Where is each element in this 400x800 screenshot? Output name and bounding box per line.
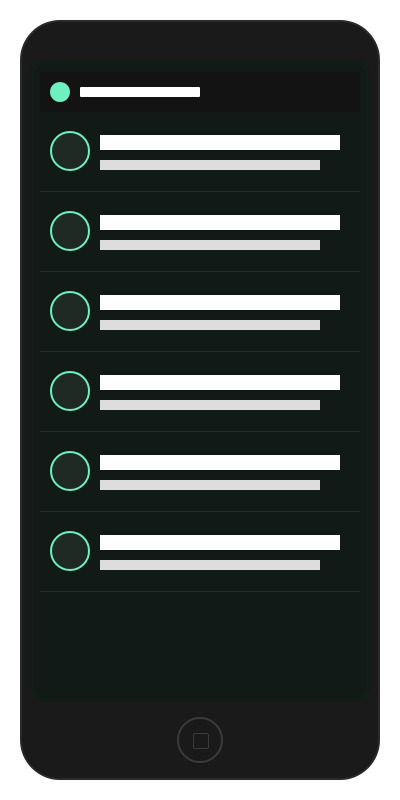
list-item[interactable] xyxy=(40,512,360,592)
item-subtitle-placeholder xyxy=(100,320,320,330)
app-header xyxy=(40,72,360,112)
avatar xyxy=(50,531,90,571)
avatar xyxy=(50,131,90,171)
square-icon xyxy=(193,733,209,749)
list-item[interactable] xyxy=(40,112,360,192)
avatar xyxy=(50,451,90,491)
list-item[interactable] xyxy=(40,352,360,432)
item-title-placeholder xyxy=(100,535,340,550)
item-subtitle-placeholder xyxy=(100,480,320,490)
list-item[interactable] xyxy=(40,432,360,512)
avatar xyxy=(50,371,90,411)
header-title-placeholder xyxy=(80,87,200,97)
phone-frame xyxy=(20,20,380,780)
avatar xyxy=(50,211,90,251)
item-subtitle-placeholder xyxy=(100,160,320,170)
item-title-placeholder xyxy=(100,375,340,390)
item-subtitle-placeholder xyxy=(100,560,320,570)
home-button[interactable] xyxy=(177,717,223,763)
list-item[interactable] xyxy=(40,192,360,272)
item-title-placeholder xyxy=(100,295,340,310)
list-item[interactable] xyxy=(40,272,360,352)
item-subtitle-placeholder xyxy=(100,400,320,410)
status-dot-icon xyxy=(50,82,70,102)
item-title-placeholder xyxy=(100,215,340,230)
item-title-placeholder xyxy=(100,455,340,470)
item-list xyxy=(40,112,360,592)
app-screen xyxy=(30,60,370,702)
item-title-placeholder xyxy=(100,135,340,150)
avatar xyxy=(50,291,90,331)
item-subtitle-placeholder xyxy=(100,240,320,250)
